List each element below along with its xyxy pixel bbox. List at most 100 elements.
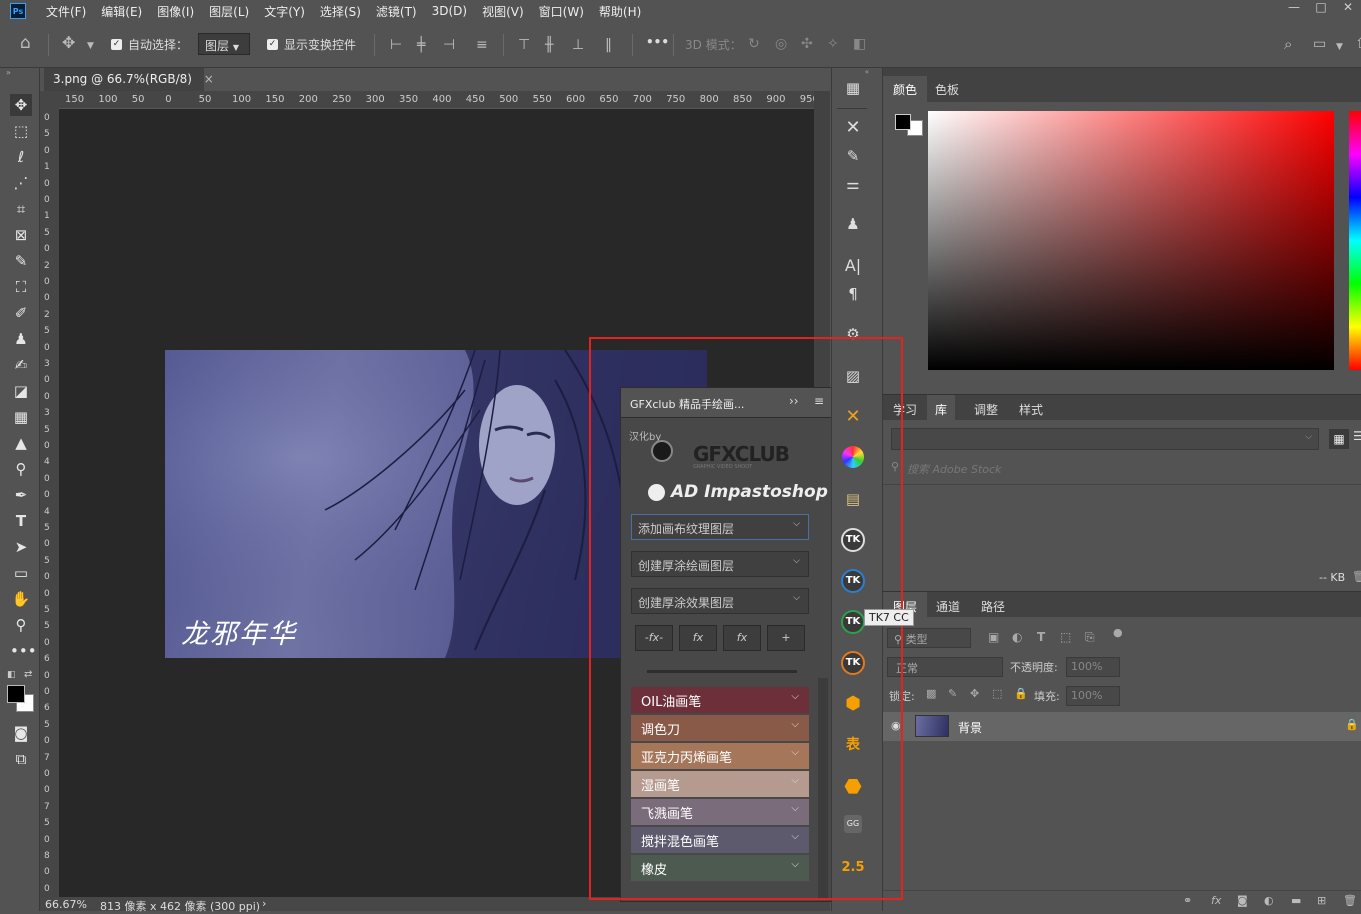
hue-slider[interactable] [1349, 111, 1361, 370]
menu-help[interactable]: 帮助(H) [599, 3, 641, 20]
align-left-icon[interactable]: ⊢ [390, 38, 402, 52]
color-picker-field[interactable] [928, 111, 1334, 370]
eyedropper-tool-icon[interactable]: ✎ [10, 250, 32, 272]
align-right-icon[interactable]: ⊣ [443, 38, 455, 52]
layer-row-background[interactable]: ◉ 背景 🔒 [883, 712, 1361, 741]
crop-tool-icon[interactable]: ⌗ [10, 198, 32, 220]
align-top-icon[interactable]: ⊤ [518, 38, 530, 52]
swap-colors-icon[interactable]: ⇄ [24, 669, 32, 680]
align-bottom-icon[interactable]: ⊥ [572, 38, 584, 52]
auto-select-dropdown[interactable]: 图层 ▼ [198, 33, 250, 55]
blend-mode-select[interactable]: 正常 [887, 657, 1003, 677]
zoom-tool-icon[interactable]: ⚲ [10, 614, 32, 636]
type-tool-icon[interactable]: T [10, 510, 32, 532]
menu-window[interactable]: 窗口(W) [539, 3, 584, 20]
history-brush-tool-icon[interactable]: ✍ [10, 354, 32, 376]
tab-styles[interactable]: 样式 [1019, 401, 1043, 418]
spot-healing-tool-icon[interactable]: ⛶ [10, 276, 32, 298]
lock-all-icon[interactable]: 🔒 [1014, 687, 1028, 700]
align-middle-v-icon[interactable]: ╫ [545, 38, 553, 52]
brushes-icon[interactable]: ✎ [841, 144, 865, 168]
library-select[interactable]: ⌵ [891, 428, 1319, 450]
tab-adjustments[interactable]: 调整 [974, 401, 998, 418]
move-tool-icon[interactable]: ✥ [10, 94, 32, 116]
pixel-filter-icon[interactable]: ▣ [988, 630, 999, 644]
dodge-tool-icon[interactable]: ⚲ [10, 458, 32, 480]
share-icon[interactable]: ⇧ [1355, 37, 1361, 51]
hand-tool-icon[interactable]: ✋ [10, 588, 32, 610]
path-select-tool-icon[interactable]: ➤ [10, 536, 32, 558]
distribute-h-icon[interactable]: ≡ [476, 38, 488, 52]
status-menu-arrow[interactable]: › [262, 897, 266, 910]
menu-layer[interactable]: 图层(L) [209, 3, 249, 20]
minimize-button[interactable]: — [1281, 0, 1307, 16]
tab-color[interactable]: 颜色 [883, 76, 928, 103]
close-tab-icon[interactable]: × [204, 72, 214, 86]
lock-pixels-icon[interactable]: ✎ [948, 687, 957, 700]
more-options-button[interactable]: ••• [646, 35, 669, 49]
chevron-down-icon[interactable]: ▼ [87, 39, 94, 53]
character-icon[interactable]: A| [841, 254, 865, 278]
clone-source-icon[interactable]: ♟ [841, 212, 865, 236]
shape-filter-icon[interactable]: ⬚ [1060, 630, 1071, 644]
clone-stamp-tool-icon[interactable]: ♟ [10, 328, 32, 350]
search-icon[interactable]: ⌕ [1284, 37, 1292, 52]
opacity-input[interactable]: 100% [1066, 657, 1120, 677]
add-mask-icon[interactable]: ◙ [1237, 894, 1248, 907]
properties-icon[interactable]: ▦ [841, 76, 865, 100]
grid-view-icon[interactable]: ▦ [1329, 429, 1349, 449]
menu-type[interactable]: 文字(Y) [264, 3, 305, 20]
close-window-button[interactable]: ✕ [1335, 0, 1361, 16]
more-tools-icon[interactable]: ••• [10, 640, 37, 662]
tab-swatches[interactable]: 色板 [935, 81, 959, 98]
menu-image[interactable]: 图像(I) [157, 3, 194, 20]
lock-artboard-icon[interactable]: ⬚ [992, 687, 1002, 700]
default-colors-icon[interactable]: ◧ [7, 670, 16, 680]
menu-edit[interactable]: 编辑(E) [101, 3, 142, 20]
smart-object-filter-icon[interactable]: ⎘ [1085, 630, 1095, 645]
type-filter-icon[interactable]: T [1037, 630, 1045, 644]
delete-layer-icon[interactable]: 🗑 [1343, 894, 1357, 907]
foreground-color-swatch[interactable] [7, 685, 25, 703]
menu-filter[interactable]: 滤镜(T) [376, 3, 417, 20]
marquee-tool-icon[interactable]: ⬚ [10, 120, 32, 142]
fill-input[interactable]: 100% [1066, 686, 1120, 706]
gradient-tool-icon[interactable]: ▦ [10, 406, 32, 428]
chevron-down-icon[interactable]: ▼ [1336, 40, 1343, 54]
brush-tool-icon[interactable]: ✐ [10, 302, 32, 324]
paragraph-icon[interactable]: ¶ [841, 282, 865, 306]
trash-icon[interactable]: 🗑 [1352, 570, 1361, 583]
fx-icon[interactable]: fx [1211, 894, 1221, 907]
library-search-input[interactable]: 搜索 Adobe Stock [907, 461, 1001, 477]
pen-tool-icon[interactable]: ✒ [10, 484, 32, 506]
list-view-icon[interactable]: ☰ [1353, 429, 1361, 443]
adjustments-sliders-icon[interactable]: ⚌ [841, 172, 865, 196]
quick-select-tool-icon[interactable]: ⋰ [10, 172, 32, 194]
move-tool-icon[interactable]: ✥ [62, 35, 75, 51]
collapse-icon[interactable]: » [6, 68, 11, 77]
new-layer-icon[interactable]: ⊞ [1317, 894, 1326, 907]
lock-transparent-icon[interactable]: ▩ [926, 687, 936, 700]
brush-settings-icon[interactable]: ✕ [841, 116, 865, 140]
eraser-tool-icon[interactable]: ◪ [10, 380, 32, 402]
adjustment-filter-icon[interactable]: ◐ [1012, 630, 1022, 644]
show-transform-checkbox[interactable]: ✓ [267, 39, 278, 50]
quick-mask-icon[interactable]: ◙ [10, 722, 32, 744]
frame-tool-icon[interactable]: ⊠ [10, 224, 32, 246]
zoom-level[interactable]: 66.67% [45, 898, 87, 911]
lock-position-icon[interactable]: ✥ [970, 687, 979, 700]
menu-view[interactable]: 视图(V) [482, 3, 524, 20]
menu-3d[interactable]: 3D(D) [432, 4, 467, 18]
menu-file[interactable]: 文件(F) [46, 3, 86, 20]
adjustment-layer-icon[interactable]: ◐ [1264, 894, 1274, 907]
screen-mode-icon[interactable]: ⧉ [10, 748, 32, 770]
tab-libraries[interactable]: 库 [927, 395, 956, 424]
distribute-v-icon[interactable]: ‖ [605, 38, 612, 52]
lasso-tool-icon[interactable]: ℓ [10, 146, 32, 168]
collapse-icon[interactable]: « [832, 68, 873, 76]
blur-tool-icon[interactable]: ▲ [10, 432, 32, 454]
new-group-icon[interactable]: ▬ [1291, 894, 1301, 907]
restore-button[interactable]: □ [1308, 0, 1334, 16]
menu-select[interactable]: 选择(S) [320, 3, 361, 20]
home-icon[interactable]: ⌂ [20, 35, 31, 52]
